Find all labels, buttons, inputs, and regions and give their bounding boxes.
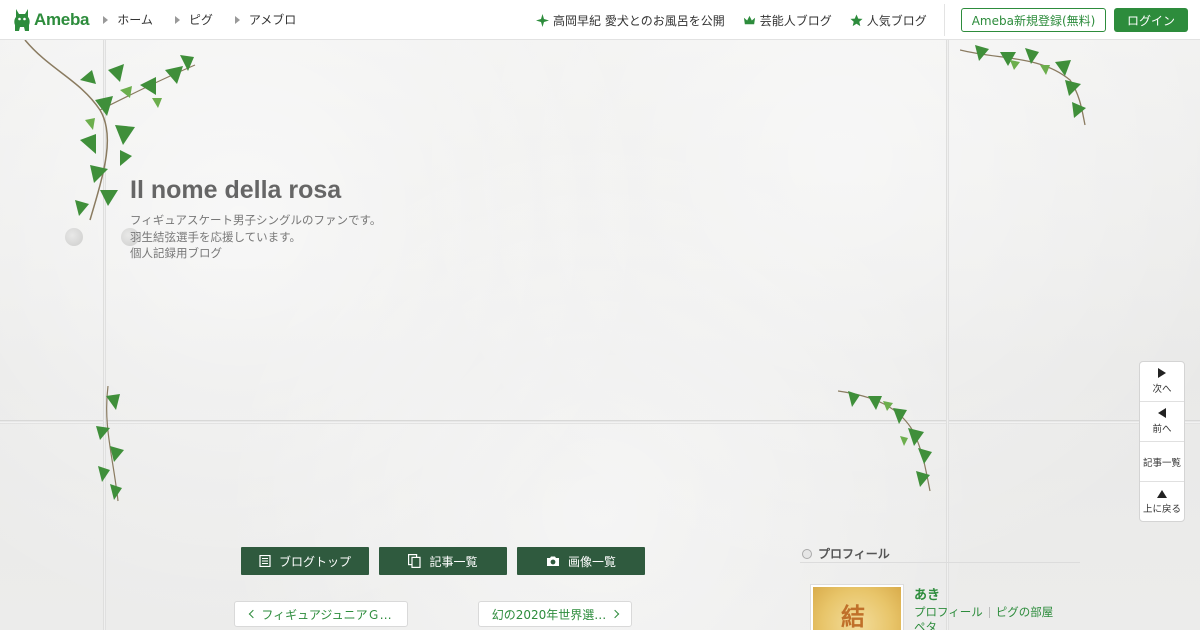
triangle-right-icon (174, 15, 180, 24)
profile-heading: プロフィール (800, 545, 1080, 563)
blog-top-label: ブログトップ (278, 554, 351, 569)
ameba-logo-text: Ameba (34, 9, 90, 29)
header-divider (944, 4, 945, 36)
profile-links: プロフィール ピグの部屋 (914, 604, 1053, 620)
nav-item-label: ホーム (117, 13, 153, 27)
peta-link[interactable]: ペタ (914, 619, 937, 630)
pigg-room-link[interactable]: ピグの部屋 (996, 604, 1054, 620)
arrow-left-icon (1158, 408, 1166, 418)
arrow-up-icon (1157, 489, 1167, 498)
celebrity-blog-link[interactable]: 芸能人ブログ (743, 12, 832, 29)
ivy-vine-decoration (96, 386, 124, 502)
camera-icon (546, 556, 559, 566)
next-button[interactable]: 次へ (1140, 362, 1184, 402)
images-label: 画像一覧 (567, 554, 616, 569)
ameba-logo-icon (14, 8, 30, 31)
avatar-image: 結 (813, 587, 901, 630)
chevron-left-icon (249, 609, 258, 619)
chevron-right-icon (611, 609, 620, 619)
featured-nav: 高岡早紀 愛犬とのお風呂を公開 芸能人ブログ 人気ブログ (536, 0, 945, 40)
circle-bullet-icon (802, 548, 812, 559)
featured-news-label: 高岡早紀 愛犬とのお風呂を公開 (553, 13, 725, 28)
featured-news-link[interactable]: 高岡早紀 愛犬とのお風呂を公開 (536, 12, 725, 29)
blog-nav-buttons: ブログトップ 記事一覧 画像一覧 (241, 547, 645, 575)
blog-top-button[interactable]: ブログトップ (241, 547, 369, 575)
side-pager: 次へ 前へ 記事一覧 上に戻る (1139, 361, 1185, 522)
sparkle-icon (536, 13, 549, 27)
article-list-button[interactable]: 記事一覧 (1140, 442, 1184, 482)
articles-button[interactable]: 記事一覧 (379, 547, 507, 575)
nav-item-home[interactable]: ホーム (103, 11, 153, 28)
star-icon (850, 13, 863, 26)
blog-description: フィギュアスケート男子シングルのファンです。 羽生結弦選手を応援しています。 個… (130, 212, 381, 262)
blog-description-line: 個人記録用ブログ (130, 246, 222, 260)
prev-button[interactable]: 前へ (1140, 402, 1184, 442)
next-article-link[interactable]: 幻の2020年世界選… (478, 601, 632, 627)
popular-blog-link[interactable]: 人気ブログ (850, 12, 927, 29)
back-to-top-label: 上に戻る (1142, 503, 1181, 515)
back-to-top-button[interactable]: 上に戻る (1140, 482, 1184, 521)
nav-item-label: ピグ (188, 13, 213, 27)
popular-blog-label: 人気ブログ (866, 13, 927, 28)
articles-label: 記事一覧 (429, 554, 478, 569)
blog-description-line: フィギュアスケート男子シングルのファンです。 (130, 213, 382, 227)
link-separator (988, 606, 990, 618)
blog-title[interactable]: Il nome della rosa (130, 176, 341, 205)
nav-item-pigg[interactable]: ピグ (174, 11, 213, 28)
arrow-right-icon (1158, 368, 1166, 378)
article-list-label: 記事一覧 (1142, 457, 1181, 469)
register-button[interactable]: Ameba新規登録(無料) (961, 8, 1106, 32)
blog-description-line: 羽生結弦選手を応援しています。 (130, 229, 302, 244)
ivy-vine-decoration (960, 45, 1086, 126)
concrete-hole (65, 228, 83, 246)
login-button[interactable]: ログイン (1114, 8, 1188, 32)
triangle-right-icon (234, 15, 240, 24)
triangle-right-icon (103, 15, 109, 24)
prev-label: 前へ (1152, 424, 1172, 435)
concrete-seam (0, 420, 1200, 424)
nav-item-label: アメブロ (248, 13, 297, 27)
profile-link[interactable]: プロフィール (914, 604, 983, 620)
prev-article-link[interactable]: フィギュアジュニアＧ… (234, 601, 408, 627)
nav-item-ameblo[interactable]: アメブロ (234, 11, 297, 28)
next-article-title: 幻の2020年世界選… (491, 607, 607, 622)
copy-icon (408, 554, 422, 568)
avatar-character: 結 (841, 602, 865, 630)
prev-article-title: フィギュアジュニアＧ… (261, 607, 392, 622)
profile-heading-label: プロフィール (818, 547, 890, 561)
ameba-logo[interactable]: Ameba (12, 7, 89, 33)
concrete-seam (946, 40, 949, 630)
avatar[interactable]: 結 (810, 584, 904, 630)
celebrity-blog-label: 芸能人ブログ (759, 13, 832, 28)
document-icon (259, 555, 271, 567)
images-button[interactable]: 画像一覧 (517, 547, 645, 575)
crown-icon (743, 15, 755, 24)
global-header: Ameba ホーム ピグ アメブロ 高岡早紀 愛犬とのお風呂を公開 芸能人ブログ (0, 0, 1200, 40)
global-nav: ホーム ピグ アメブロ (103, 11, 318, 28)
next-label: 次へ (1152, 384, 1172, 395)
ivy-vine-decoration (838, 390, 932, 492)
profile-name[interactable]: あき (914, 584, 940, 603)
